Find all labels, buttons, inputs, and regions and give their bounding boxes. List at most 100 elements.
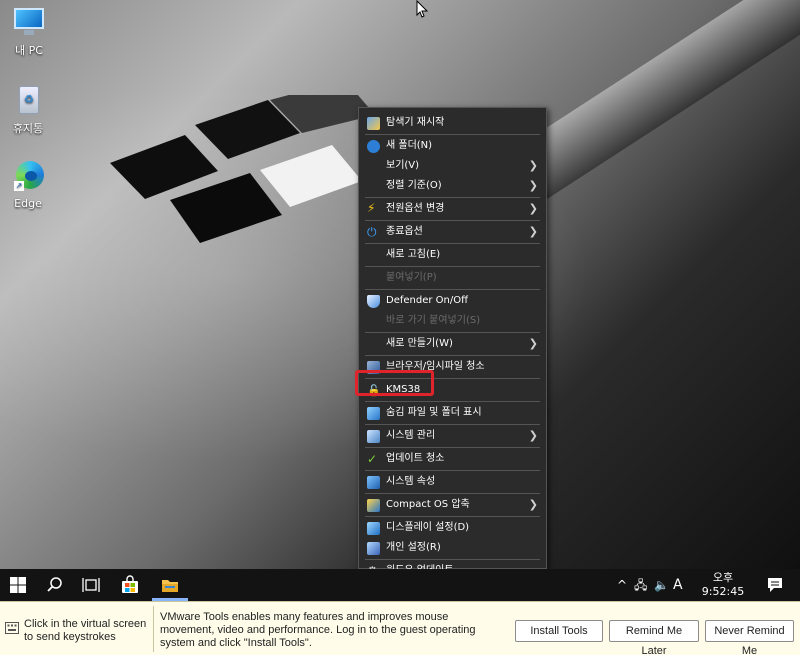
- ime-indicator[interactable]: A: [673, 569, 683, 601]
- menu-item-label: 숨김 파일 및 폴더 표시: [386, 407, 482, 418]
- menu-item-system-management[interactable]: 시스템 관리 ❯: [359, 426, 546, 446]
- lightning-icon: ⚡: [367, 201, 376, 215]
- menu-item-label: 종료옵션: [386, 226, 423, 237]
- never-remind-me-button[interactable]: Never Remind Me: [705, 620, 794, 655]
- remind-me-later-button[interactable]: Remind Me Later: [609, 620, 699, 655]
- chevron-right-icon: ❯: [528, 337, 538, 350]
- vmware-hint-text: Click in the virtual screen to send keys…: [24, 618, 147, 643]
- network-icon[interactable]: 🖧: [634, 569, 647, 601]
- install-tools-button[interactable]: Install Tools: [515, 620, 603, 642]
- menu-item-label: Defender On/Off: [386, 295, 468, 306]
- menu-item-sort-by[interactable]: 정렬 기준(O) ❯: [359, 176, 546, 196]
- menu-item-label: 정렬 기준(O): [386, 180, 442, 191]
- menu-item-label: 바로 가기 붙여넣기(S): [386, 315, 481, 326]
- menu-item-label: 새로 만들기(W): [386, 338, 453, 349]
- chevron-right-icon: ❯: [528, 202, 538, 215]
- menu-item-personalize[interactable]: 개인 설정(R): [359, 538, 546, 558]
- explorer-restart-icon: [367, 117, 380, 130]
- chevron-up-icon[interactable]: ^: [617, 569, 627, 601]
- menu-item-view[interactable]: 보기(V) ❯: [359, 156, 546, 176]
- vmware-tools-bar: Click in the virtual screen to send keys…: [0, 601, 800, 655]
- shield-icon: [367, 295, 380, 308]
- menu-item-defender-toggle[interactable]: Defender On/Off: [359, 291, 546, 311]
- menu-item-label: 시스템 관리: [386, 430, 436, 441]
- chevron-right-icon: ❯: [528, 179, 538, 192]
- menu-item-system-properties[interactable]: 시스템 속성: [359, 472, 546, 492]
- menu-separator: [365, 355, 540, 356]
- menu-separator: [365, 134, 540, 135]
- display-icon: [367, 522, 380, 535]
- menu-item-new-folder[interactable]: 새 폴더(N): [359, 136, 546, 156]
- menu-separator: [365, 332, 540, 333]
- menu-item-power-options[interactable]: ⚡ 전원옵션 변경 ❯: [359, 199, 546, 219]
- menu-separator: [365, 266, 540, 267]
- update-clean-icon: ✓: [367, 452, 378, 466]
- search-icon[interactable]: [45, 575, 65, 595]
- menu-separator: [365, 401, 540, 402]
- menu-item-label: 디스플레이 설정(D): [386, 522, 470, 533]
- menu-separator: [365, 220, 540, 221]
- menu-item-label: 개인 설정(R): [386, 542, 441, 553]
- menu-separator: [365, 243, 540, 244]
- edge-icon: ↗: [10, 161, 46, 193]
- menu-item-paste: 붙여넣기(P): [359, 268, 546, 288]
- task-view-icon[interactable]: [81, 575, 101, 595]
- new-folder-icon: [367, 140, 380, 153]
- desktop-icon-recycle-bin[interactable]: ♻ 휴지통: [0, 84, 56, 136]
- system-manage-icon: [367, 430, 380, 443]
- notification-icon[interactable]: [765, 575, 785, 595]
- menu-item-shutdown-options[interactable]: ⏻ 종료옵션 ❯: [359, 222, 546, 242]
- menu-item-label: 붙여넣기(P): [386, 272, 437, 283]
- volume-icon[interactable]: 🔈: [654, 569, 669, 601]
- windows-logo-wallpaper: [110, 95, 370, 243]
- desktop-icon-label: Edge: [14, 197, 42, 210]
- file-explorer-icon[interactable]: [160, 575, 180, 595]
- mouse-cursor-icon: [416, 0, 428, 18]
- power-icon: ⏻: [367, 225, 377, 239]
- menu-item-display-settings[interactable]: 디스플레이 설정(D): [359, 518, 546, 538]
- menu-item-label: 시스템 속성: [386, 476, 436, 487]
- menu-item-label: Compact OS 압축: [386, 499, 470, 510]
- chevron-right-icon: ❯: [528, 159, 538, 172]
- menu-separator: [365, 470, 540, 471]
- desktop-context-menu: 탐색기 재시작 새 폴더(N) 보기(V) ❯ 정렬 기준(O) ❯ ⚡ 전원옵…: [358, 107, 547, 578]
- recycle-bin-icon: ♻: [10, 84, 46, 116]
- vm-bar-divider: [153, 606, 154, 652]
- menu-item-label: 탐색기 재시작: [386, 117, 445, 128]
- desktop-icon-edge[interactable]: ↗ Edge: [0, 161, 56, 210]
- menu-item-refresh[interactable]: 새로 고침(E): [359, 245, 546, 265]
- menu-item-new[interactable]: 새로 만들기(W) ❯: [359, 334, 546, 354]
- menu-item-show-hidden-files[interactable]: 숨김 파일 및 폴더 표시: [359, 403, 546, 423]
- desktop-icon-label: 휴지통: [12, 122, 44, 135]
- menu-separator: [365, 197, 540, 198]
- vmware-tools-message: VMware Tools enables many features and i…: [160, 611, 476, 649]
- menu-separator: [365, 559, 540, 560]
- compact-os-icon: [367, 499, 380, 512]
- menu-item-label: 새 폴더(N): [386, 140, 433, 151]
- microsoft-store-icon[interactable]: [120, 575, 140, 595]
- chevron-right-icon: ❯: [528, 429, 538, 442]
- shortcut-arrow-icon: ↗: [14, 181, 24, 191]
- menu-item-explorer-restart[interactable]: 탐색기 재시작: [359, 113, 546, 133]
- chevron-right-icon: ❯: [528, 225, 538, 238]
- monitor-icon: [11, 6, 47, 38]
- menu-item-label: 전원옵션 변경: [386, 203, 445, 214]
- desktop-icon-this-pc[interactable]: 내 PC: [1, 6, 57, 58]
- start-button[interactable]: [8, 575, 28, 595]
- personalize-icon: [367, 542, 380, 555]
- menu-item-label: 새로 고침(E): [386, 249, 441, 260]
- kms38-highlight-box: [355, 370, 434, 396]
- menu-separator: [365, 289, 540, 290]
- clock-time: 오후 9:52:45: [701, 571, 745, 598]
- desktop-icon-label: 내 PC: [15, 44, 43, 57]
- menu-item-paste-shortcut: 바로 가기 붙여넣기(S): [359, 311, 546, 331]
- system-properties-icon: [367, 476, 380, 489]
- chevron-right-icon: ❯: [528, 498, 538, 511]
- menu-item-label: 업데이트 청소: [386, 453, 445, 464]
- menu-item-compact-os[interactable]: Compact OS 압축 ❯: [359, 495, 546, 515]
- menu-separator: [365, 447, 540, 448]
- keyboard-icon: [5, 622, 19, 634]
- menu-item-update-cleanup[interactable]: ✓ 업데이트 청소: [359, 449, 546, 469]
- menu-separator: [365, 516, 540, 517]
- taskbar: ^ 🖧 🔈 A 오후 9:52:45 2022-02-05: [0, 569, 800, 612]
